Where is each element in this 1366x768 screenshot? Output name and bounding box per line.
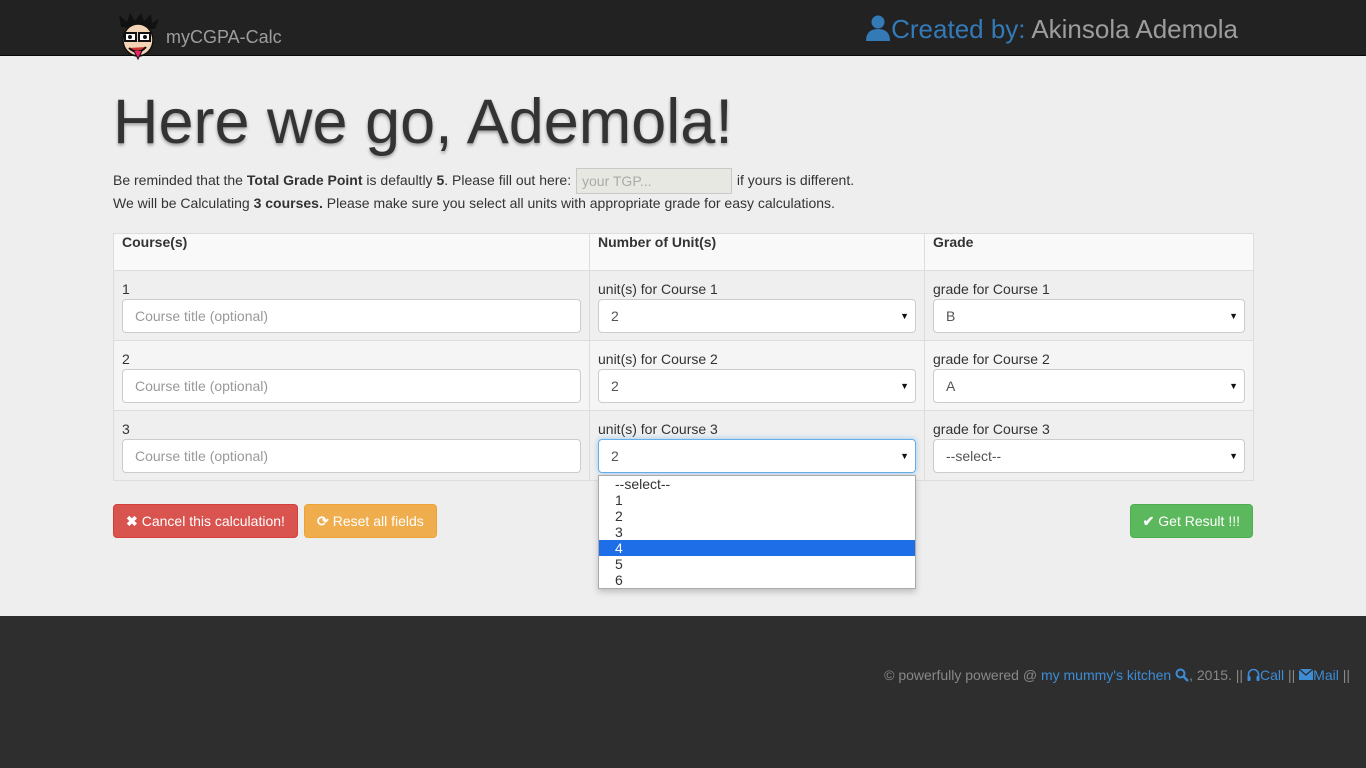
caret-down-icon: ▼	[900, 451, 909, 461]
header-courses: Course(s)	[113, 233, 590, 271]
reminder-end: if yours is different.	[736, 172, 855, 188]
cancel-button[interactable]: ✖ Cancel this calculation!	[113, 504, 298, 538]
calc-text-suffix: Please make sure you select all units wi…	[322, 195, 835, 211]
calc-count: 3 courses.	[253, 195, 323, 211]
kitchen-link[interactable]: my mummy's kitchen	[1041, 667, 1189, 683]
grade-cell: grade for Course 3 --select-- ▼	[924, 410, 1254, 481]
calc-text: We will be Calculating	[113, 195, 254, 211]
grade-select[interactable]: A ▼	[933, 369, 1245, 403]
grade-label: grade for Course 3	[933, 421, 1050, 437]
header-units: Number of Unit(s)	[589, 233, 925, 271]
course-number: 3	[122, 421, 130, 437]
dropdown-option[interactable]: 2	[599, 508, 915, 524]
unit-select-value: 2	[611, 378, 619, 394]
grade-cell: grade for Course 1 B ▼	[924, 270, 1254, 341]
footer-credits: © powerfully powered @ my mummy's kitche…	[884, 667, 1350, 683]
reminder-suffix: . Please fill out here:	[444, 172, 572, 188]
dropdown-option[interactable]: 1	[599, 492, 915, 508]
page-title: Here we go, Ademola!	[113, 87, 733, 157]
footer-separator: ||	[1284, 667, 1300, 683]
unit-select[interactable]: 2 ▼	[598, 299, 916, 333]
course-cell: 3 Course title (optional)	[113, 410, 590, 481]
grade-select[interactable]: --select-- ▼	[933, 439, 1245, 473]
unit-label: unit(s) for Course 3	[598, 421, 718, 437]
dropdown-option[interactable]: --select--	[599, 476, 915, 492]
call-link-label: Call	[1259, 667, 1285, 683]
envelope-icon	[1298, 668, 1314, 680]
grade-select[interactable]: B ▼	[933, 299, 1245, 333]
table-row: 2 Course title (optional) unit(s) for Co…	[113, 340, 1254, 411]
footer-year: , 2015. ||	[1189, 667, 1247, 683]
unit-select[interactable]: 2 ▼	[598, 439, 916, 473]
kitchen-link-label: my mummy's kitchen	[1040, 667, 1172, 683]
unit-label: unit(s) for Course 2	[598, 351, 718, 367]
caret-down-icon: ▼	[1229, 381, 1238, 391]
caret-down-icon: ▼	[900, 311, 909, 321]
user-icon	[866, 15, 891, 41]
calc-notice: We will be Calculating 3 courses. Please…	[113, 193, 835, 213]
caret-down-icon: ▼	[1229, 311, 1238, 321]
reminder-bold: Total Grade Point	[246, 172, 363, 188]
grade-select-value: --select--	[946, 448, 1002, 464]
unit-cell: unit(s) for Course 3 2 ▼	[589, 410, 925, 481]
brand-link[interactable]: myCGPA-Calc	[166, 27, 282, 48]
unit-cell: unit(s) for Course 2 2 ▼	[589, 340, 925, 411]
course-number: 2	[122, 351, 130, 367]
course-cell: 2 Course title (optional)	[113, 340, 590, 411]
footer: © powerfully powered @ my mummy's kitche…	[0, 616, 1366, 768]
reminder-text-mid: is defaultly	[362, 172, 437, 188]
header-grade: Grade	[924, 233, 1254, 271]
dropdown-option-highlighted[interactable]: 4	[599, 540, 915, 556]
grade-select-value: A	[946, 378, 956, 394]
headphones-icon	[1247, 668, 1260, 681]
footer-end: ||	[1338, 667, 1350, 683]
navbar: myCGPA-Calc Created by: Akinsola Ademola	[0, 0, 1366, 61]
dropdown-option[interactable]: 3	[599, 524, 915, 540]
course-cell: 1 Course title (optional)	[113, 270, 590, 341]
search-icon	[1175, 668, 1189, 682]
tgp-input[interactable]: your TGP...	[576, 168, 732, 195]
tgp-reminder: Be reminded that the Total Grade Point i…	[113, 167, 855, 195]
grade-label: grade for Course 2	[933, 351, 1050, 367]
mail-link[interactable]: Mail	[1298, 667, 1339, 683]
grade-label: grade for Course 1	[933, 281, 1050, 297]
call-link[interactable]: Call	[1247, 667, 1284, 683]
cancel-button-label: Cancel this calculation!	[141, 513, 285, 529]
creator-credit: Created by: Akinsola Ademola	[866, 14, 1238, 45]
table-row: 1 Course title (optional) unit(s) for Co…	[113, 270, 1254, 341]
reset-button[interactable]: ⟳ Reset all fields	[304, 504, 437, 538]
reset-button-label: Reset all fields	[332, 513, 424, 529]
course-title-input[interactable]: Course title (optional)	[122, 439, 581, 473]
footer-prefix: © powerfully powered @	[884, 667, 1041, 683]
refresh-icon: ⟳	[317, 513, 329, 529]
unit-select-value: 2	[611, 448, 619, 464]
times-icon: ✖	[126, 513, 138, 529]
grade-cell: grade for Course 2 A ▼	[924, 340, 1254, 411]
unit-dropdown-list: --select-- 1 2 3 4 5 6	[598, 475, 916, 589]
dropdown-option[interactable]: 5	[599, 556, 915, 572]
unit-select-value: 2	[611, 308, 619, 324]
dropdown-option[interactable]: 6	[599, 572, 915, 588]
get-result-button[interactable]: ✔ Get Result !!!	[1129, 504, 1253, 538]
unit-cell: unit(s) for Course 1 2 ▼	[589, 270, 925, 341]
mail-link-label: Mail	[1313, 667, 1339, 683]
table-row: 3 Course title (optional) unit(s) for Co…	[113, 410, 1254, 481]
course-title-input[interactable]: Course title (optional)	[122, 299, 581, 333]
author-name: Akinsola Ademola	[1031, 14, 1238, 44]
grade-select-value: B	[946, 308, 956, 324]
caret-down-icon: ▼	[1229, 451, 1238, 461]
unit-label: unit(s) for Course 1	[598, 281, 718, 297]
avatar[interactable]	[115, 13, 161, 63]
course-title-input[interactable]: Course title (optional)	[122, 369, 581, 403]
courses-table: Course(s) Number of Unit(s) Grade 1 Cour…	[113, 233, 1254, 481]
created-by-label: Created by:	[891, 14, 1026, 44]
course-number: 1	[122, 281, 130, 297]
unit-select[interactable]: 2 ▼	[598, 369, 916, 403]
check-icon: ✔	[1142, 513, 1155, 529]
reminder-text: Be reminded that the	[113, 172, 247, 188]
get-result-button-label: Get Result !!!	[1158, 513, 1240, 529]
caret-down-icon: ▼	[900, 381, 909, 391]
